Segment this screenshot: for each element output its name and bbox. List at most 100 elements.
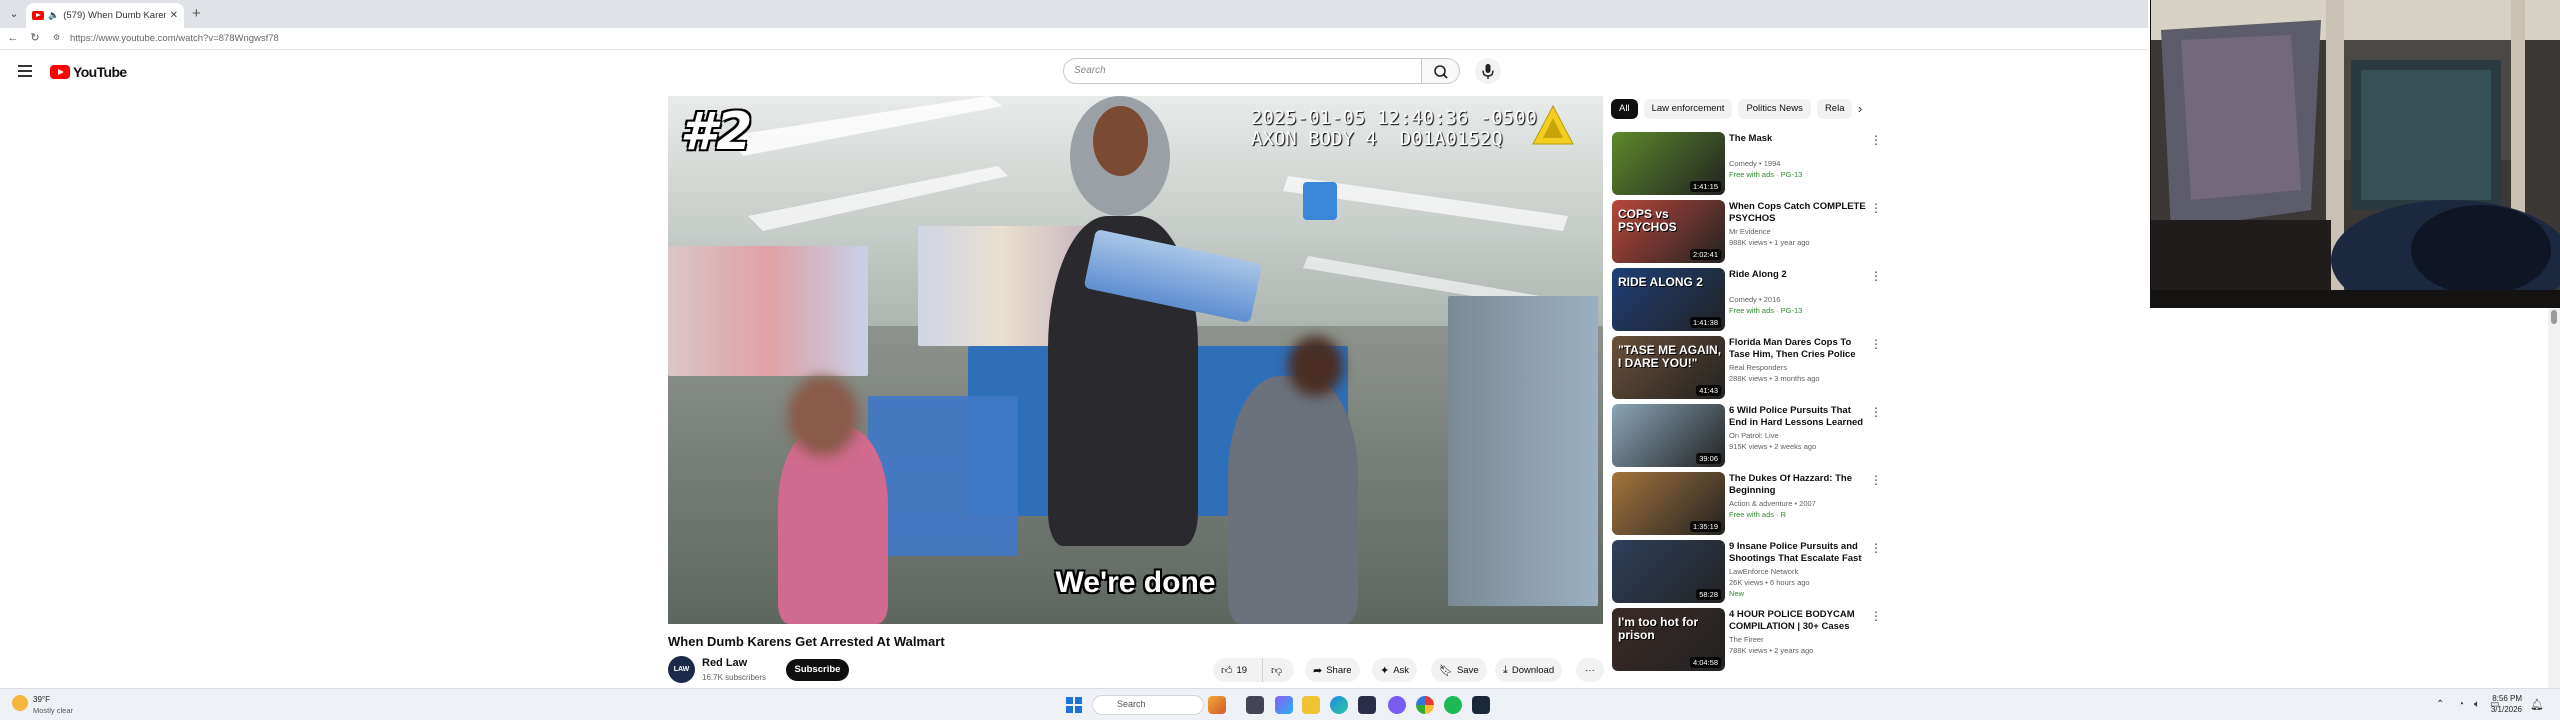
share-icon: ➦: [1313, 664, 1323, 677]
recommendation-title[interactable]: The Dukes Of Hazzard: The Beginning: [1729, 473, 1869, 497]
recommendation-title[interactable]: 9 Insane Police Pursuits and Shootings T…: [1729, 541, 1869, 565]
speaker-icon[interactable]: 🔈: [48, 10, 59, 21]
webcam-room-scene: [2151, 0, 2560, 308]
more-options-icon[interactable]: ⋮: [1870, 201, 1882, 215]
recommendation-meta[interactable]: Comedy • 2016: [1729, 295, 1869, 304]
weather-description[interactable]: Mostly clear: [33, 706, 73, 715]
browser-tab-active[interactable]: 🔈 (579) When Dumb Karens Ge ✕: [26, 3, 184, 28]
recommendation-thumbnail[interactable]: I'm too hot for prison 4:04:58: [1612, 608, 1725, 671]
file-explorer-icon[interactable]: [1302, 696, 1320, 714]
chevron-right-icon[interactable]: ›: [1858, 101, 1862, 116]
more-options-icon[interactable]: ⋮: [1870, 473, 1882, 487]
start-windows-icon[interactable]: [1066, 697, 1082, 713]
recommendation-title[interactable]: 6 Wild Police Pursuits That End in Hard …: [1729, 405, 1869, 429]
recommendation-item[interactable]: 1:35:19 The Dukes Of Hazzard: The Beginni…: [1612, 470, 1884, 538]
recommendation-title[interactable]: The Mask: [1729, 133, 1869, 145]
notification-bell-icon[interactable]: 🔔︎: [2530, 698, 2544, 711]
url-field[interactable]: https://www.youtube.com/watch?v=878Wngws…: [70, 33, 279, 44]
more-options-icon[interactable]: ⋮: [1870, 405, 1882, 419]
filter-chip[interactable]: All: [1611, 99, 1638, 119]
recommendation-thumbnail[interactable]: 58:28: [1612, 540, 1725, 603]
more-options-icon[interactable]: ⋮: [1870, 269, 1882, 283]
task-view-icon[interactable]: [1246, 696, 1264, 714]
steam-icon[interactable]: [1472, 696, 1490, 714]
video-caption: We're done: [1055, 566, 1216, 599]
recommendation-item[interactable]: "TASE ME AGAIN, I DARE YOU!" 41:43 Florida…: [1612, 334, 1884, 402]
ask-button[interactable]: ✦ Ask: [1372, 658, 1418, 682]
filter-chip[interactable]: Law enforcement: [1643, 99, 1733, 119]
recommendation-meta[interactable]: Real Responders: [1729, 363, 1869, 372]
new-tab-button[interactable]: +: [192, 6, 201, 22]
menu-icon[interactable]: [18, 65, 32, 77]
more-options-icon[interactable]: ⋮: [1870, 541, 1882, 555]
channel-avatar[interactable]: LAW: [668, 656, 695, 683]
axon-logo-icon: [1532, 104, 1574, 145]
search-input[interactable]: Search: [1063, 58, 1422, 84]
share-button[interactable]: ➦ Share: [1305, 658, 1360, 682]
scrollbar-thumb[interactable]: [2551, 310, 2557, 324]
download-button[interactable]: ⤓ Download: [1495, 658, 1563, 682]
back-arrow-icon[interactable]: ←: [6, 31, 20, 45]
page-scrollbar[interactable]: [2548, 308, 2560, 688]
spotify-icon[interactable]: [1444, 696, 1462, 714]
clock-date[interactable]: 3/1/2026: [2462, 705, 2522, 714]
recommendation-title[interactable]: When Cops Catch COMPLETE PSYCHOS: [1729, 201, 1869, 225]
edge-browser-icon[interactable]: [1330, 696, 1348, 714]
widgets-icon[interactable]: [1275, 696, 1293, 714]
recommendation-meta[interactable]: On Patrol: Live: [1729, 431, 1869, 440]
channel-name[interactable]: Red Law: [702, 657, 747, 669]
browser-tab-strip: ⌄ 🔈 (579) When Dumb Karens Ge ✕ +: [0, 0, 2148, 28]
recommendation-meta[interactable]: Mr Evidence: [1729, 227, 1869, 236]
filter-chip[interactable]: Rela: [1816, 99, 1853, 119]
tab-search-chevron-icon[interactable]: ⌄: [6, 6, 22, 22]
recommendation-thumbnail[interactable]: 39:06: [1612, 404, 1725, 467]
recommendation-item[interactable]: 58:28 9 Insane Police Pursuits and Shooti…: [1612, 538, 1884, 606]
recommendation-meta[interactable]: The Fireer: [1729, 635, 1869, 644]
microphone-icon: [1482, 64, 1494, 79]
filter-chip[interactable]: Politics News: [1738, 99, 1811, 119]
clock-time[interactable]: 8:56 PM: [2462, 694, 2522, 703]
discord-icon[interactable]: [1388, 696, 1406, 714]
voice-search-button[interactable]: [1475, 58, 1501, 84]
recommendation-thumbnail[interactable]: "TASE ME AGAIN, I DARE YOU!" 41:43: [1612, 336, 1725, 399]
recommendation-item[interactable]: RIDE ALONG 2 1:41:38 Ride Along 2 Comedy • …: [1612, 266, 1884, 334]
recommendation-thumbnail[interactable]: RIDE ALONG 2 1:41:38: [1612, 268, 1725, 331]
more-options-icon[interactable]: ⋮: [1870, 609, 1882, 623]
like-button[interactable]: 👍︎ 19: [1213, 658, 1262, 682]
recommendation-title[interactable]: Ride Along 2: [1729, 269, 1869, 281]
recommendation-item[interactable]: 39:06 6 Wild Police Pursuits That End in …: [1612, 402, 1884, 470]
taskbar-search-box[interactable]: Search: [1092, 695, 1204, 715]
recommendation-thumbnail[interactable]: 1:41:15: [1612, 132, 1725, 195]
recommendation-item[interactable]: 1:41:15 The Mask Comedy • 1994 Free with ad…: [1612, 130, 1884, 198]
store-icon[interactable]: [1358, 696, 1376, 714]
chrome-browser-icon[interactable]: [1416, 696, 1434, 714]
video-player[interactable]: #2 2025-01-05 12:40:36 -0500 AXON BODY 4…: [668, 96, 1603, 624]
more-options-icon[interactable]: ⋮: [1870, 133, 1882, 147]
recommendation-title[interactable]: 4 HOUR POLICE BODYCAM COMPILATION | 30+ …: [1729, 609, 1869, 633]
search-button[interactable]: [1422, 58, 1460, 84]
site-info-icon[interactable]: ⚙: [53, 32, 63, 44]
recommendation-meta[interactable]: LawEnforce Network: [1729, 567, 1869, 576]
save-button[interactable]: 🔖︎ Save: [1431, 658, 1487, 682]
recommendation-thumbnail[interactable]: COPS vs PSYCHOS 2:02:41: [1612, 200, 1725, 263]
more-actions-button[interactable]: ···: [1576, 658, 1604, 682]
subscribe-button[interactable]: Subscribe: [786, 659, 849, 681]
youtube-favicon-icon: [32, 11, 44, 20]
recommendation-title[interactable]: Florida Man Dares Cops To Tase Him, Then…: [1729, 337, 1869, 361]
dislike-button[interactable]: 👎︎: [1262, 658, 1294, 682]
tray-chevron-icon[interactable]: ⌃: [2436, 699, 2444, 710]
recommendation-meta: New: [1729, 589, 1745, 598]
more-options-icon[interactable]: ⋮: [1870, 337, 1882, 351]
tab-close-icon[interactable]: ✕: [170, 10, 178, 21]
recommendation-item[interactable]: I'm too hot for prison 4:04:58 4 HOUR POLI…: [1612, 606, 1884, 674]
youtube-logo[interactable]: YouTube: [50, 64, 127, 80]
recommendation-item[interactable]: COPS vs PSYCHOS 2:02:41 When Cops Catch CO…: [1612, 198, 1884, 266]
weather-moon-icon[interactable]: [12, 695, 28, 711]
recommendation-meta[interactable]: Action & adventure • 2007: [1729, 499, 1869, 508]
recommendation-thumbnail[interactable]: 1:35:19: [1612, 472, 1725, 535]
reload-icon[interactable]: ↻: [28, 31, 42, 45]
recommendation-meta: 788K views • 2 years ago: [1729, 646, 1814, 655]
copilot-app-icon[interactable]: [1208, 696, 1226, 714]
weather-temperature[interactable]: 39°F: [33, 695, 50, 704]
recommendation-meta[interactable]: Comedy • 1994: [1729, 159, 1869, 168]
